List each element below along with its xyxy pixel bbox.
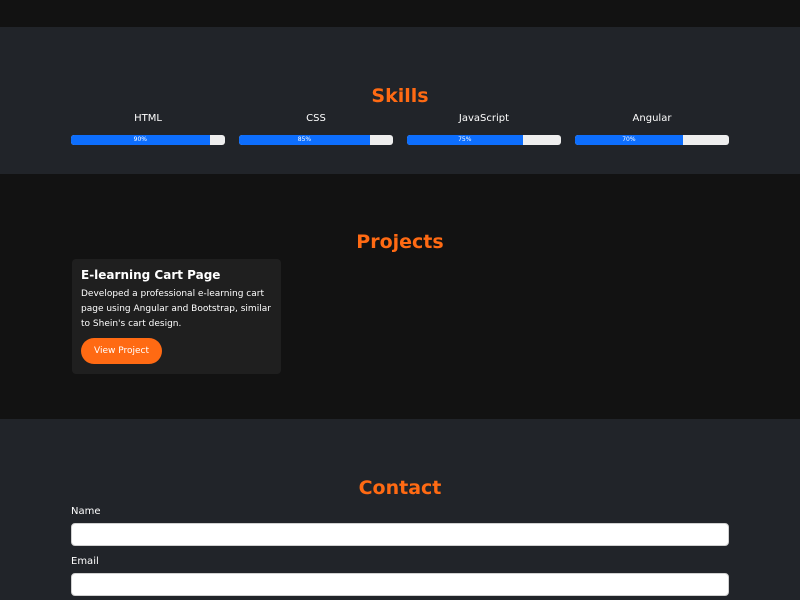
email-label: Email xyxy=(71,556,99,567)
projects-section: Projects E-learning Cart Page Developed … xyxy=(0,174,800,419)
progress-fill: 70% xyxy=(575,135,683,145)
skill-javascript: JavaScript 75% xyxy=(407,113,561,147)
contact-section: Contact Name Email xyxy=(0,419,800,600)
skills-title: Skills xyxy=(371,85,429,107)
progress-bar: 90% xyxy=(71,135,225,145)
name-input[interactable] xyxy=(71,523,729,546)
progress-fill: 75% xyxy=(407,135,523,145)
skill-angular: Angular 70% xyxy=(575,113,729,147)
progress-bar: 70% xyxy=(575,135,729,145)
skill-html: HTML 90% xyxy=(71,113,225,147)
contact-title: Contact xyxy=(358,477,442,499)
email-input[interactable] xyxy=(71,573,729,596)
progress-bar: 85% xyxy=(239,135,393,145)
skill-name: Angular xyxy=(632,113,672,124)
progress-fill: 85% xyxy=(239,135,370,145)
project-description: Developed a professional e-learning cart… xyxy=(81,289,271,329)
skill-css: CSS 85% xyxy=(239,113,393,147)
skill-name: HTML xyxy=(134,113,162,124)
name-label: Name xyxy=(71,506,101,517)
projects-title: Projects xyxy=(356,231,444,253)
skills-section: Skills HTML 90% CSS 85% JavaScript 75% A… xyxy=(0,27,800,174)
top-strip xyxy=(0,0,800,27)
skill-name: CSS xyxy=(306,113,326,124)
project-card: E-learning Cart Page Developed a profess… xyxy=(72,259,281,374)
project-title: E-learning Cart Page xyxy=(81,268,221,282)
skill-name: JavaScript xyxy=(458,113,510,124)
view-project-button[interactable]: View Project xyxy=(81,338,162,364)
progress-fill: 90% xyxy=(71,135,210,145)
skills-list: HTML 90% CSS 85% JavaScript 75% Angular … xyxy=(71,113,729,147)
progress-bar: 75% xyxy=(407,135,561,145)
